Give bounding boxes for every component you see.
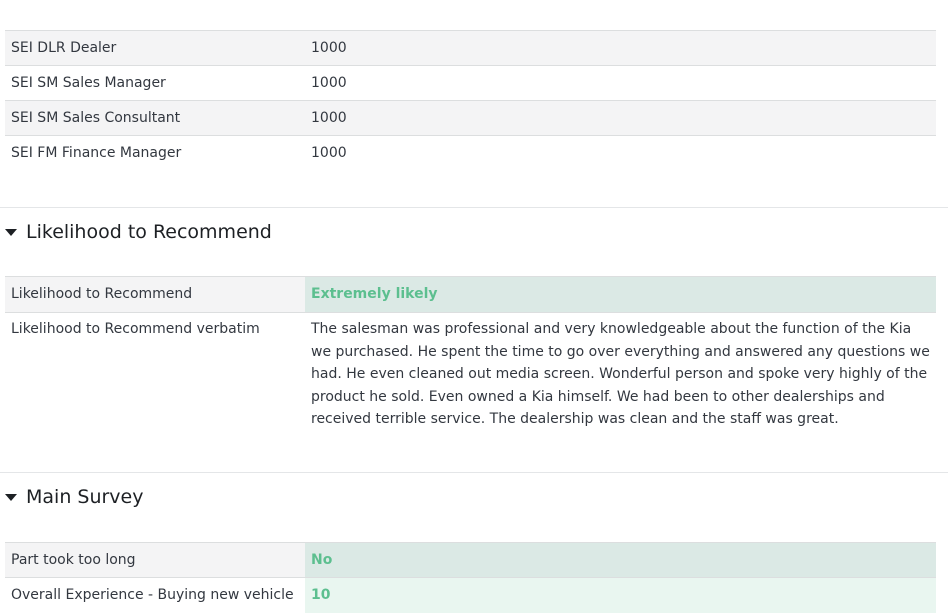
row-label: SEI SM Sales Consultant <box>11 110 181 126</box>
row-value: No <box>305 542 936 578</box>
table-row: SEI SM Sales Manager 1000 <box>5 65 936 101</box>
table-row: Likelihood to Recommend verbatim The sal… <box>5 312 936 435</box>
section-title: Likelihood to Recommend <box>26 221 272 243</box>
row-label: SEI SM Sales Manager <box>11 75 166 91</box>
table-row: SEI SM Sales Consultant 1000 <box>5 100 936 136</box>
row-label: Likelihood to Recommend <box>11 286 193 302</box>
row-value: 10 <box>305 577 936 613</box>
caret-down-icon <box>5 228 17 236</box>
section-title: Main Survey <box>26 486 144 508</box>
row-value: Extremely likely <box>305 276 936 313</box>
row-value: 1000 <box>311 145 347 161</box>
section-divider <box>0 207 948 208</box>
table-row: Likelihood to Recommend Extremely likely <box>5 276 936 313</box>
row-label: SEI DLR Dealer <box>11 40 117 56</box>
section-divider <box>0 472 948 473</box>
dealer-scores-table: SEI DLR Dealer 1000 SEI SM Sales Manager… <box>5 30 936 171</box>
row-label: SEI FM Finance Manager <box>11 145 182 161</box>
row-value: The salesman was professional and very k… <box>311 321 930 427</box>
main-survey-section-toggle[interactable]: Main Survey <box>5 486 144 508</box>
table-row: Overall Experience - Buying new vehicle … <box>5 577 936 613</box>
row-label: Overall Experience - Buying new vehicle <box>11 587 294 603</box>
likelihood-section-toggle[interactable]: Likelihood to Recommend <box>5 221 272 243</box>
row-value: 1000 <box>311 40 347 56</box>
table-row: Part took too long No <box>5 542 936 578</box>
survey-detail-page: SEI DLR Dealer 1000 SEI SM Sales Manager… <box>0 0 948 615</box>
table-row: SEI FM Finance Manager 1000 <box>5 135 936 171</box>
likelihood-table: Likelihood to Recommend Extremely likely… <box>5 276 936 435</box>
table-row: SEI DLR Dealer 1000 <box>5 30 936 66</box>
row-value: 1000 <box>311 110 347 126</box>
main-survey-table: Part took too long No Overall Experience… <box>5 542 936 613</box>
row-label: Part took too long <box>11 552 136 568</box>
row-label: Likelihood to Recommend verbatim <box>11 321 260 337</box>
row-value: 1000 <box>311 75 347 91</box>
caret-down-icon <box>5 493 17 501</box>
